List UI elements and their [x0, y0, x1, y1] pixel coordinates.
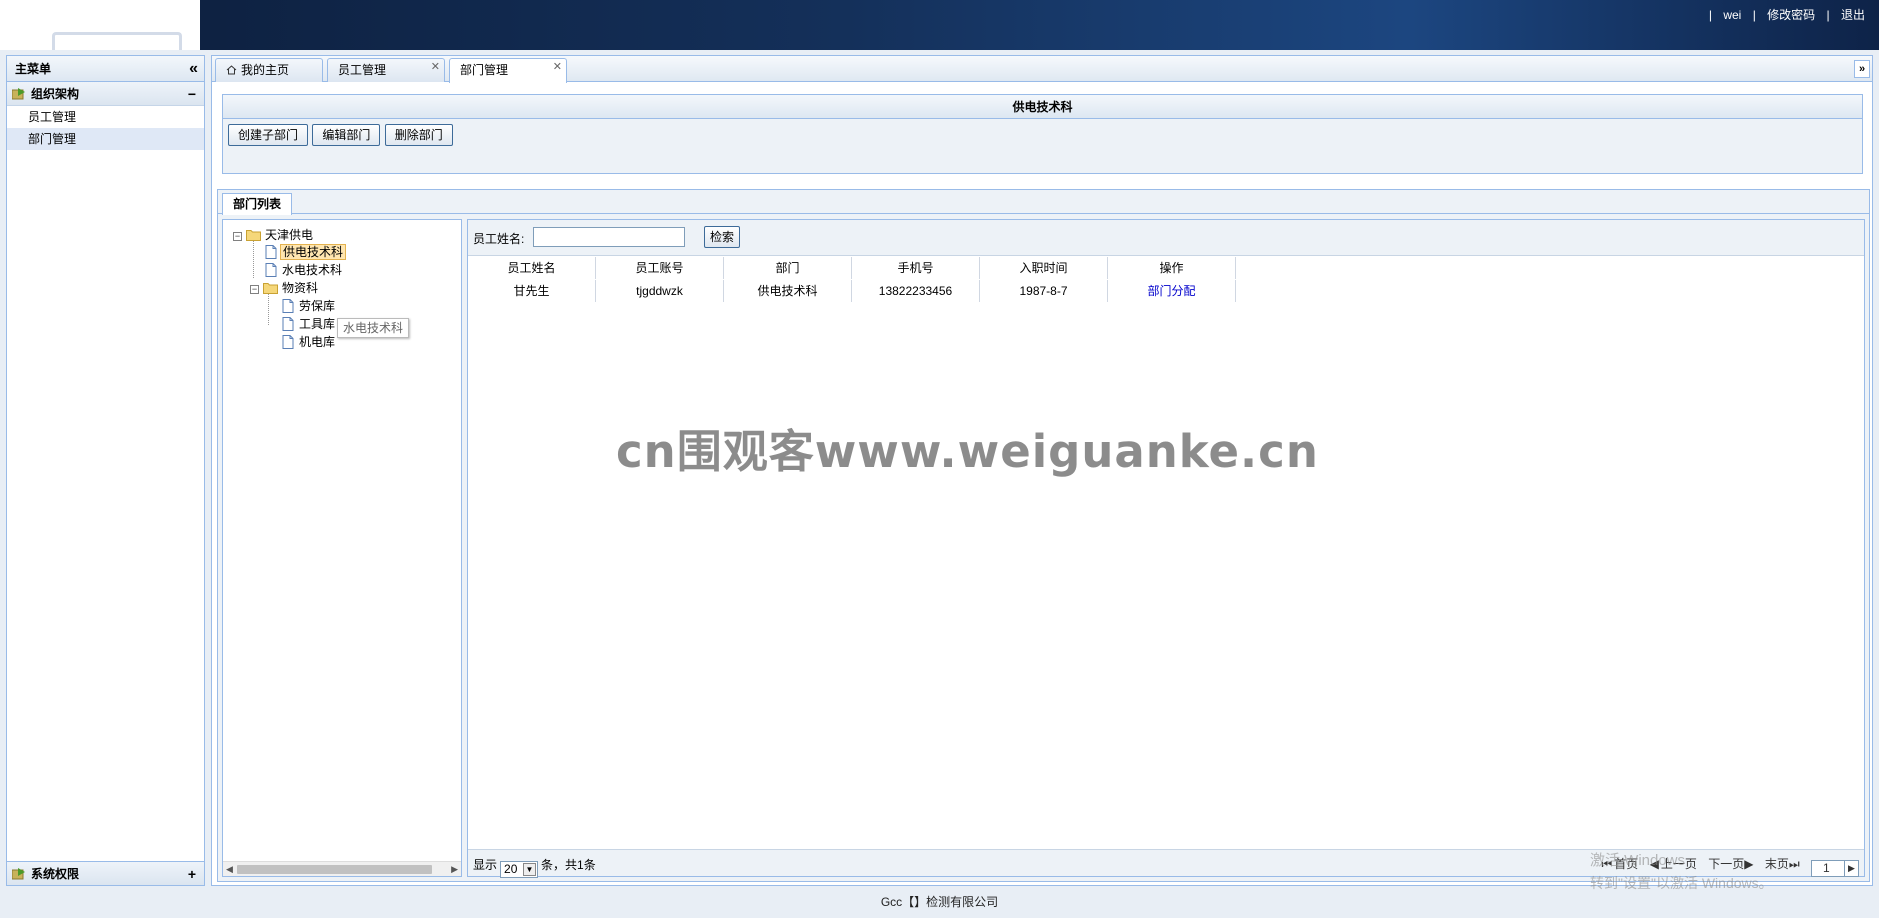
tab-dept-mgmt[interactable]: 部门管理 ✕: [449, 58, 567, 83]
employee-grid: 员工姓名: 检索 员工姓名 员工账号 部门 手机号 入职时间 操作 甘先生 tj…: [467, 219, 1865, 878]
folder-icon: [263, 283, 278, 294]
sidebar-group-org[interactable]: 组织架构 −: [7, 82, 204, 106]
group-collapse-icon[interactable]: −: [188, 82, 196, 106]
chevron-down-icon: ▼: [523, 863, 537, 876]
close-icon[interactable]: ✕: [431, 56, 440, 78]
windows-activation-notice: 激活 Windows 转到"设置"以激活 Windows。: [1590, 852, 1773, 891]
tree-node-tool-store[interactable]: 工具库: [282, 316, 337, 332]
search-label: 员工姓名:: [473, 232, 525, 246]
collapse-node-icon[interactable]: −: [233, 232, 242, 241]
tree-node-supply-tech[interactable]: 供电技术科: [265, 244, 347, 260]
dept-list-panel: 部门列表 − 天津供电 供电技术科 水电技术科 − 物资科 劳保库 工具库 机电…: [217, 189, 1870, 882]
logout-link[interactable]: 退出: [1841, 8, 1865, 22]
folder-icon: [246, 230, 261, 241]
logo: [0, 0, 200, 50]
cell-phone: 13822233456: [852, 280, 980, 302]
edit-dept-button[interactable]: 编辑部门: [312, 124, 381, 146]
horizontal-scrollbar[interactable]: ◀ ▶: [223, 861, 461, 876]
sidebar-title: 主菜单 «: [7, 56, 204, 82]
folder-arrow-icon: [12, 88, 25, 100]
tab-menu-icon[interactable]: »: [1854, 60, 1870, 78]
tab-employee-mgmt[interactable]: 员工管理 ✕: [327, 58, 445, 82]
sidebar-item-employee-mgmt[interactable]: 员工管理: [7, 106, 204, 128]
document-icon: [282, 317, 294, 331]
watermark: cn围观客www.weiguanke.cn: [616, 425, 1319, 478]
panel-title: 供电技术科: [223, 95, 1862, 119]
cell-name: 甘先生: [468, 280, 596, 302]
collapse-node-icon[interactable]: −: [250, 285, 259, 294]
app-header: | wei | 修改密码 | 退出: [0, 0, 1879, 50]
document-icon: [265, 263, 277, 277]
sidebar-item-dept-mgmt[interactable]: 部门管理: [7, 128, 204, 150]
tree-node-materials[interactable]: − 物资科: [250, 280, 320, 296]
cell-action: 部门分配: [1108, 280, 1236, 302]
column-header[interactable]: 手机号: [852, 257, 980, 279]
cell-dept: 供电技术科: [724, 280, 852, 302]
assign-dept-link[interactable]: 部门分配: [1147, 284, 1195, 298]
column-header[interactable]: 员工姓名: [468, 257, 596, 279]
scroll-right-icon[interactable]: ▶: [451, 862, 458, 877]
change-password-link[interactable]: 修改密码: [1767, 8, 1815, 22]
delete-dept-button[interactable]: 删除部门: [384, 124, 453, 146]
header-user-links: | wei | 修改密码 | 退出: [1708, 8, 1865, 22]
document-icon: [282, 335, 294, 349]
tree-node-labor-store[interactable]: 劳保库: [282, 298, 337, 314]
tree-node-root[interactable]: − 天津供电: [233, 227, 315, 243]
document-icon: [265, 245, 277, 259]
tree-node-electro-store[interactable]: 机电库: [282, 334, 337, 350]
tab-home[interactable]: 我的主页: [215, 58, 323, 82]
document-icon: [282, 299, 294, 313]
close-icon[interactable]: ✕: [553, 56, 562, 78]
scrollbar-thumb[interactable]: [237, 865, 432, 874]
cell-joined: 1987-8-7: [980, 280, 1108, 302]
column-header[interactable]: 部门: [724, 257, 852, 279]
home-icon: [226, 65, 237, 75]
cell-account: tjgddwzk: [596, 280, 724, 302]
group-expand-icon[interactable]: +: [188, 862, 196, 886]
employee-name-input[interactable]: [533, 227, 685, 247]
page-number-input[interactable]: 1 ▶: [1811, 860, 1859, 877]
username-link[interactable]: wei: [1723, 8, 1741, 22]
tab-bar: 我的主页 员工管理 ✕ 部门管理 ✕ »: [212, 56, 1872, 83]
grid-search-bar: 员工姓名: 检索: [468, 220, 1864, 256]
page-footer: Gcc【】检测有限公司: [880, 895, 999, 909]
create-sub-dept-button[interactable]: 创建子部门: [228, 124, 309, 146]
tree-tooltip: 水电技术科: [337, 318, 410, 338]
sidebar-group-permissions[interactable]: 系统权限 +: [7, 861, 204, 885]
dept-tree: − 天津供电 供电技术科 水电技术科 − 物资科 劳保库 工具库 机电库 水电技术科: [222, 219, 462, 877]
column-header[interactable]: 操作: [1108, 257, 1236, 279]
sidebar: 主菜单 « 组织架构 − 员工管理 部门管理 系统权限 +: [6, 55, 205, 886]
page-size-select[interactable]: 20 ▼: [500, 861, 539, 878]
search-button[interactable]: 检索: [704, 226, 741, 248]
scroll-left-icon[interactable]: ◀: [226, 862, 233, 877]
tree-node-hydro-tech[interactable]: 水电技术科: [265, 262, 344, 278]
folder-arrow-icon: [12, 868, 25, 880]
go-page-icon[interactable]: ▶: [1844, 860, 1859, 877]
tab-dept-list[interactable]: 部门列表: [222, 193, 293, 215]
column-header[interactable]: 入职时间: [980, 257, 1108, 279]
collapse-sidebar-icon[interactable]: «: [189, 56, 198, 82]
column-header[interactable]: 员工账号: [596, 257, 724, 279]
dept-info-panel: 供电技术科 创建子部门 编辑部门 删除部门: [222, 94, 1863, 174]
